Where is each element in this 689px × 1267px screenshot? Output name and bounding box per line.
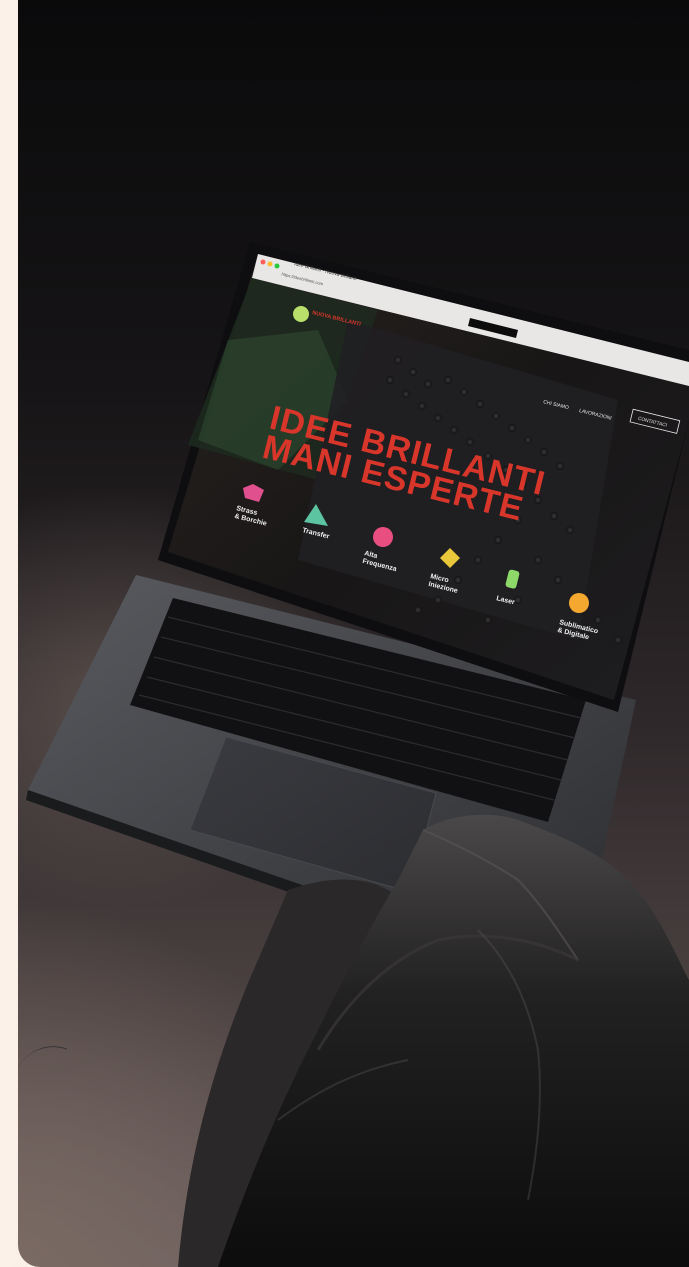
stone-pedestal (178, 814, 689, 1267)
page: Idee Brillanti - Nuova Brillanti https:/… (0, 0, 689, 1267)
laptop-scene: Idee Brillanti - Nuova Brillanti https:/… (26, 242, 689, 1267)
hero-image-panel: Idee Brillanti - Nuova Brillanti https:/… (18, 0, 689, 1267)
logo-mark[interactable] (293, 306, 309, 322)
